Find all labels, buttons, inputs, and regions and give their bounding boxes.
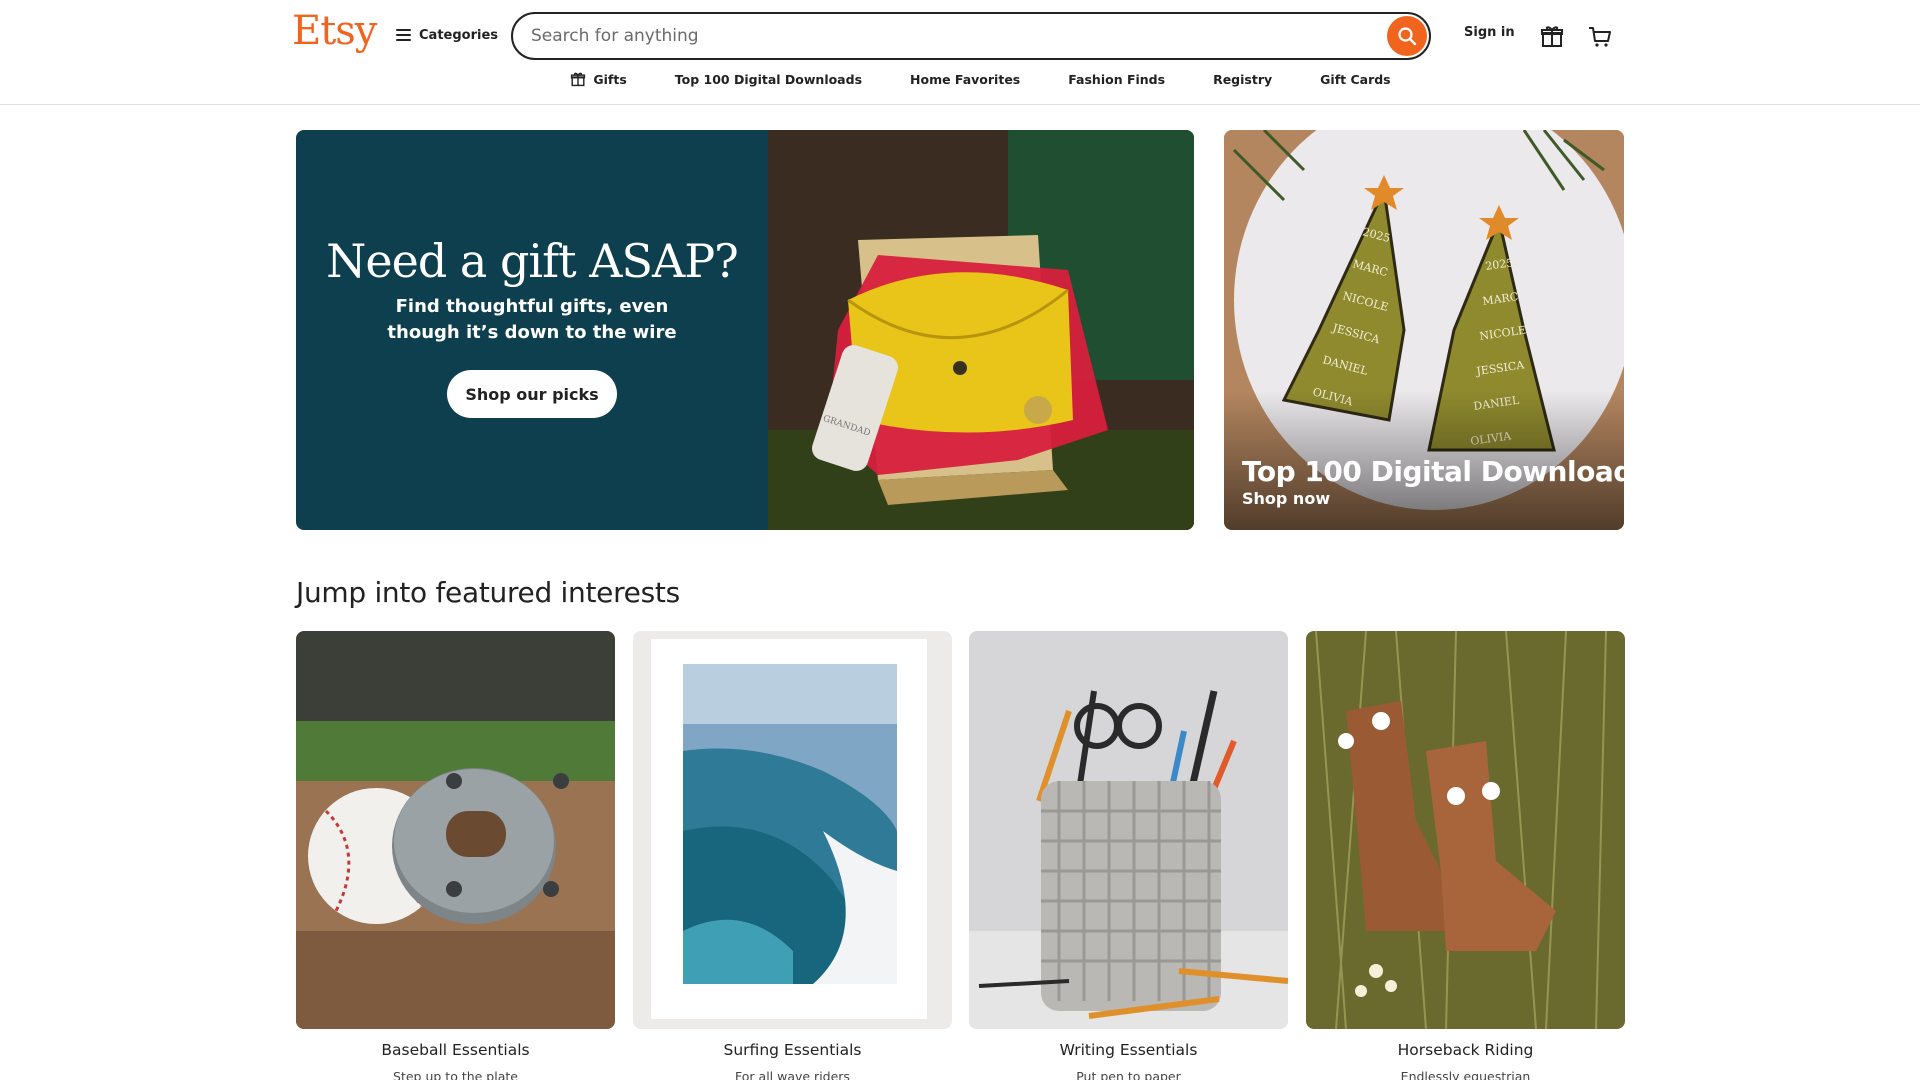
gift-icon xyxy=(571,72,586,87)
hero-text-panel: Need a gift ASAP? Find thoughtful gifts,… xyxy=(296,130,768,530)
gift-pouch-image: GRANDAD xyxy=(768,130,1194,530)
interest-subtitle: Step up to the plate xyxy=(393,1069,518,1080)
etsy-logo[interactable]: Etsy xyxy=(292,8,377,54)
hero-subtitle: Find thoughtful gifts, even though it’s … xyxy=(387,296,677,343)
featured-interests-heading: Jump into featured interests xyxy=(296,576,680,609)
shop-our-picks-button[interactable]: Shop our picks xyxy=(447,370,617,418)
top-100-digital-downloads-card[interactable]: 2025MARCNICOLEJESSICADANIELOLIVIA 2025MA… xyxy=(1224,130,1624,530)
categories-label: Categories xyxy=(419,27,499,43)
search-input[interactable] xyxy=(513,26,1429,46)
search-icon xyxy=(1398,27,1417,46)
subnav-gifts-label: Gifts xyxy=(593,71,627,87)
subnav-home-favorites[interactable]: Home Favorites xyxy=(910,70,1020,88)
writing-image xyxy=(969,631,1288,1029)
interest-title: Surfing Essentials xyxy=(723,1041,862,1059)
subnav-gift-cards[interactable]: Gift Cards xyxy=(1320,70,1390,88)
hero-image[interactable]: GRANDAD xyxy=(768,130,1194,530)
top-100-title: Top 100 Digital Downloads xyxy=(1242,455,1624,488)
hero-title: Need a gift ASAP? xyxy=(326,234,739,288)
menu-icon xyxy=(396,29,411,41)
surfing-image xyxy=(633,631,952,1029)
interest-title: Horseback Riding xyxy=(1397,1041,1534,1059)
interest-card-baseball[interactable]: Baseball Essentials Step up to the plate xyxy=(296,631,615,1080)
baseball-image xyxy=(296,631,615,1029)
search-bar xyxy=(511,12,1431,60)
shop-now-link[interactable]: Shop now xyxy=(1242,489,1330,508)
sign-in-link[interactable]: Sign in xyxy=(1464,25,1515,40)
subnav-registry[interactable]: Registry xyxy=(1213,70,1272,88)
subnav-gifts[interactable]: Gifts xyxy=(569,70,627,88)
categories-button[interactable]: Categories xyxy=(396,22,498,48)
subnav-top-100-digital-downloads[interactable]: Top 100 Digital Downloads xyxy=(675,70,862,88)
interest-card-writing[interactable]: Writing Essentials Put pen to paper xyxy=(969,631,1288,1080)
gift-icon[interactable] xyxy=(1538,22,1566,50)
interest-card-surfing[interactable]: Surfing Essentials For all wave riders xyxy=(633,631,952,1080)
cart-icon[interactable] xyxy=(1586,22,1614,50)
site-header: Etsy Categories Sign in xyxy=(0,0,1920,105)
interest-title: Baseball Essentials xyxy=(381,1041,530,1059)
hero-banner: Need a gift ASAP? Find thoughtful gifts,… xyxy=(296,130,1194,530)
search-button[interactable] xyxy=(1387,16,1427,56)
interest-subtitle: For all wave riders xyxy=(735,1069,850,1080)
sub-navigation: Gifts Top 100 Digital Downloads Home Fav… xyxy=(0,70,1920,88)
subnav-fashion-finds[interactable]: Fashion Finds xyxy=(1068,70,1165,88)
interest-title: Writing Essentials xyxy=(1059,1041,1198,1059)
horseback-image xyxy=(1306,631,1625,1029)
interest-card-horseback[interactable]: Horseback Riding Endlessly equestrian xyxy=(1306,631,1625,1080)
interest-subtitle: Put pen to paper xyxy=(1076,1069,1181,1080)
interest-subtitle: Endlessly equestrian xyxy=(1400,1069,1531,1080)
